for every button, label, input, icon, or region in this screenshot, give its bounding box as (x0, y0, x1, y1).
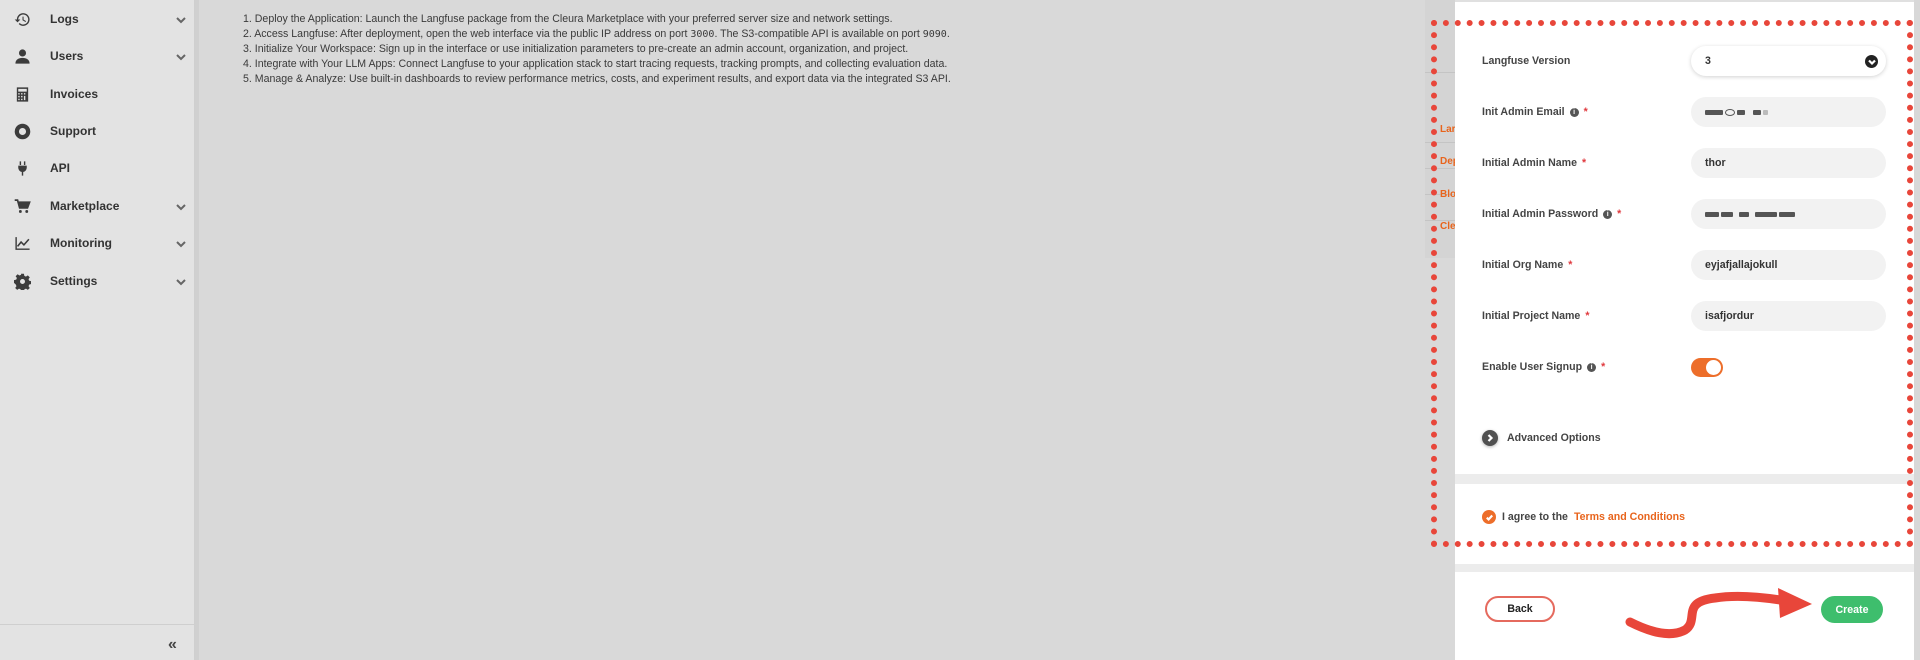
chevron-down-icon (175, 200, 187, 212)
back-button[interactable]: Back (1485, 596, 1555, 622)
signup-label: Enable User Signup i * (1482, 361, 1606, 373)
chart-line-icon (13, 234, 31, 252)
masked-value (1705, 108, 1768, 116)
email-label: Init Admin Email i * (1482, 106, 1588, 118)
sidebar: Logs Users Invoices Support API Marketpl… (0, 0, 195, 660)
terms-section: I agree to the Terms and Conditions (1455, 484, 1920, 564)
sidebar-item-support[interactable]: Support (0, 113, 195, 149)
password-field[interactable] (1691, 199, 1886, 229)
org-name-field[interactable]: eyjafjallajokull (1691, 250, 1886, 280)
sidebar-item-label: Marketplace (50, 199, 120, 213)
chevron-right-icon (1482, 430, 1498, 446)
masked-value (1705, 211, 1795, 217)
collapse-sidebar-button[interactable]: « (168, 636, 177, 654)
required-mark: * (1601, 361, 1606, 373)
plug-icon (13, 159, 31, 177)
user-icon (13, 47, 31, 65)
chevron-down-icon (175, 13, 187, 25)
instruction-steps: 1. Deploy the Application: Launch the La… (243, 12, 951, 87)
sidebar-item-monitoring[interactable]: Monitoring (0, 225, 195, 261)
signup-toggle[interactable] (1691, 358, 1723, 377)
chevron-down-icon (175, 275, 187, 287)
password-label: Initial Admin Password i * (1482, 208, 1622, 220)
chevron-down-icon (175, 50, 187, 62)
info-icon[interactable]: i (1587, 362, 1597, 372)
version-label: Langfuse Version (1482, 55, 1571, 67)
sidebar-divider (0, 624, 195, 625)
required-mark: * (1583, 106, 1588, 118)
background-link[interactable]: Blo (1440, 189, 1455, 200)
divider (1425, 72, 1455, 73)
scrollbar[interactable] (1914, 0, 1920, 660)
project-name-field[interactable]: isafjordur (1691, 301, 1886, 331)
sidebar-item-users[interactable]: Users (0, 38, 195, 74)
sidebar-item-logs[interactable]: Logs (0, 1, 195, 37)
sidebar-item-label: Logs (50, 12, 79, 26)
info-icon[interactable]: i (1569, 107, 1579, 117)
sidebar-item-api[interactable]: API (0, 150, 195, 186)
terms-link[interactable]: Terms and Conditions (1574, 511, 1685, 523)
step-1: 1. Deploy the Application: Launch the La… (243, 13, 893, 25)
version-select[interactable]: 3 (1691, 46, 1886, 76)
email-field[interactable] (1691, 97, 1886, 127)
create-dialog-panel: Langfuse Version 3 Init Admin Email i * In… (1455, 0, 1920, 660)
sidebar-item-settings[interactable]: Settings (0, 263, 195, 299)
step-4: 4. Integrate with Your LLM Apps: Connect… (243, 58, 948, 70)
cart-icon (13, 197, 31, 215)
content-edge (195, 0, 199, 660)
sidebar-item-label: Settings (50, 274, 98, 288)
gear-icon (13, 272, 31, 290)
background-link[interactable]: Dep (1440, 156, 1455, 167)
admin-name-label: Initial Admin Name * (1482, 157, 1587, 169)
terms-agreement: I agree to the Terms and Conditions (1482, 510, 1685, 524)
lifebuoy-icon (13, 122, 31, 140)
sidebar-item-label: Invoices (50, 87, 99, 101)
info-icon[interactable]: i (1603, 209, 1613, 219)
terms-checkbox[interactable] (1482, 510, 1496, 524)
divider (1425, 168, 1455, 169)
sidebar-item-label: API (50, 161, 71, 175)
step-3: 3. Initialize Your Workspace: Sign up in… (243, 43, 909, 55)
background-link[interactable]: Lar (1440, 124, 1455, 135)
advanced-options-toggle[interactable]: Advanced Options (1482, 430, 1601, 446)
dialog-footer: Back Create (1455, 572, 1920, 660)
toggle-knob (1706, 360, 1721, 375)
divider (1425, 142, 1455, 143)
background-link[interactable]: Cle (1440, 221, 1455, 232)
required-mark: * (1568, 259, 1573, 271)
step-5: 5. Manage & Analyze: Use built-in dashbo… (243, 73, 951, 85)
required-mark: * (1581, 157, 1587, 169)
sidebar-item-marketplace[interactable]: Marketplace (0, 188, 195, 224)
chevron-down-icon (175, 237, 187, 249)
sidebar-item-label: Users (50, 49, 84, 63)
step-2: 2. Access Langfuse: After deployment, op… (243, 28, 950, 40)
admin-name-field[interactable]: thor (1691, 148, 1886, 178)
chevron-down-icon (1865, 55, 1878, 68)
history-icon (13, 10, 31, 28)
configuration-form: Langfuse Version 3 Init Admin Email i * In… (1455, 2, 1920, 474)
create-button[interactable]: Create (1821, 596, 1883, 623)
sidebar-item-label: Support (50, 124, 96, 138)
project-name-label: Initial Project Name * (1482, 310, 1590, 322)
required-mark: * (1585, 310, 1590, 322)
org-name-label: Initial Org Name * (1482, 259, 1573, 271)
sidebar-item-label: Monitoring (50, 236, 112, 250)
sidebar-item-invoices[interactable]: Invoices (0, 76, 195, 112)
calculator-icon (13, 85, 31, 103)
required-mark: * (1617, 208, 1622, 220)
